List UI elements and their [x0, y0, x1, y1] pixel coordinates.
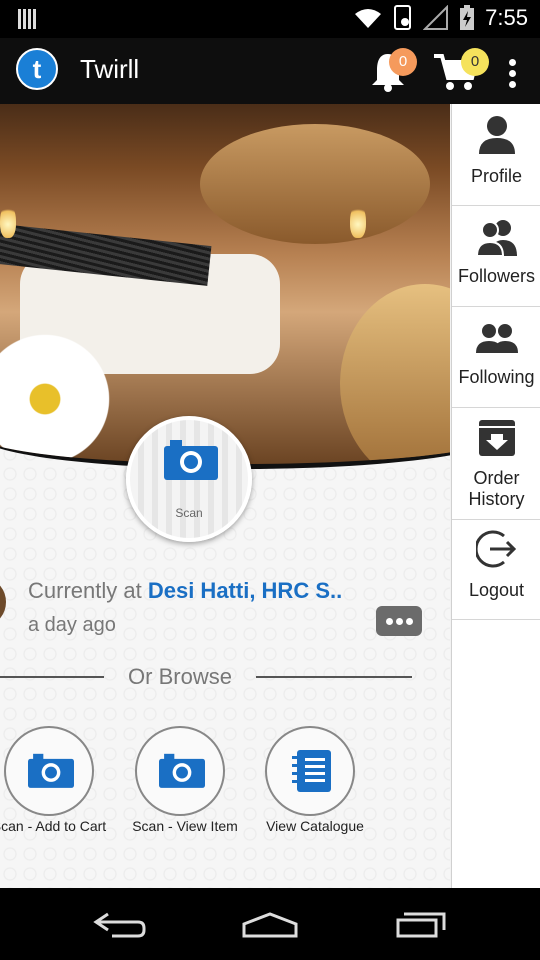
scan-label: Scan: [175, 506, 203, 520]
clock: 7:55: [485, 5, 528, 30]
location-time: a day ago: [28, 614, 116, 636]
hero-banner-image: [0, 104, 450, 469]
side-menu-followers-label: Followers: [457, 266, 536, 286]
location-prefix: Currently at: [28, 578, 142, 603]
person-icon: [479, 116, 515, 154]
current-location[interactable]: Currently at Desi Hatti, HRC S..: [28, 578, 342, 604]
phone-storage-icon: [394, 5, 412, 30]
side-menu-following[interactable]: Following: [452, 307, 540, 408]
logout-icon: [476, 530, 517, 568]
app-logo[interactable]: t: [16, 48, 58, 90]
signal-icon: [423, 5, 449, 30]
back-icon[interactable]: [92, 910, 148, 940]
view-catalogue-button[interactable]: [265, 726, 355, 816]
view-catalogue-label: View Catalogue: [266, 818, 364, 834]
scan-add-to-cart-label: Scan - Add to Cart: [0, 818, 107, 834]
side-menu-logout-label: Logout: [468, 580, 525, 600]
app-bar: t Twirll: [0, 38, 540, 104]
scan-view-item-label: Scan - View Item: [132, 818, 238, 834]
side-menu-logout[interactable]: Logout: [452, 520, 540, 620]
divider-right: [256, 676, 412, 678]
camera-icon: [28, 753, 74, 788]
home-icon[interactable]: [240, 910, 300, 940]
camera-icon: [164, 440, 218, 480]
app-title: Twirll: [80, 54, 140, 84]
battery-charging-icon: [460, 5, 475, 30]
overflow-menu-icon[interactable]: [504, 56, 520, 90]
navigation-bar: [0, 888, 540, 960]
recent-apps-icon[interactable]: [394, 910, 448, 940]
status-bar: 7:55: [0, 0, 540, 38]
scan-button[interactable]: Scan: [126, 416, 252, 542]
wifi-icon: [355, 9, 382, 28]
notebook-icon: [292, 750, 331, 792]
camera-icon: [159, 753, 205, 788]
following-icon: [476, 324, 518, 353]
side-menu-order-history-label: Order History: [468, 468, 525, 509]
followers-icon: [476, 220, 517, 257]
side-menu-profile-label: Profile: [470, 166, 523, 186]
notification-bars-icon: [18, 9, 36, 29]
side-menu-following-label: Following: [458, 367, 535, 387]
location-place[interactable]: Desi Hatti, HRC S..: [148, 578, 342, 603]
store-avatar: [0, 580, 6, 624]
scan-view-item-button[interactable]: [135, 726, 225, 816]
or-browse-heading: Or Browse: [128, 664, 232, 689]
side-menu-order-history[interactable]: Order History: [452, 408, 540, 520]
cart-badge: 0: [461, 48, 489, 76]
archive-download-icon: [479, 420, 515, 456]
scan-add-to-cart-button[interactable]: [4, 726, 94, 816]
main-content: Scan Currently at Desi Hatti, HRC S.. a …: [0, 104, 450, 888]
divider-left: [0, 676, 104, 678]
side-menu-followers[interactable]: Followers: [452, 206, 540, 307]
more-options-button[interactable]: [376, 606, 422, 636]
side-menu-profile[interactable]: Profile: [452, 104, 540, 206]
notification-badge: 0: [389, 48, 417, 76]
side-menu: Profile Followers Following Order Histor…: [451, 104, 540, 888]
